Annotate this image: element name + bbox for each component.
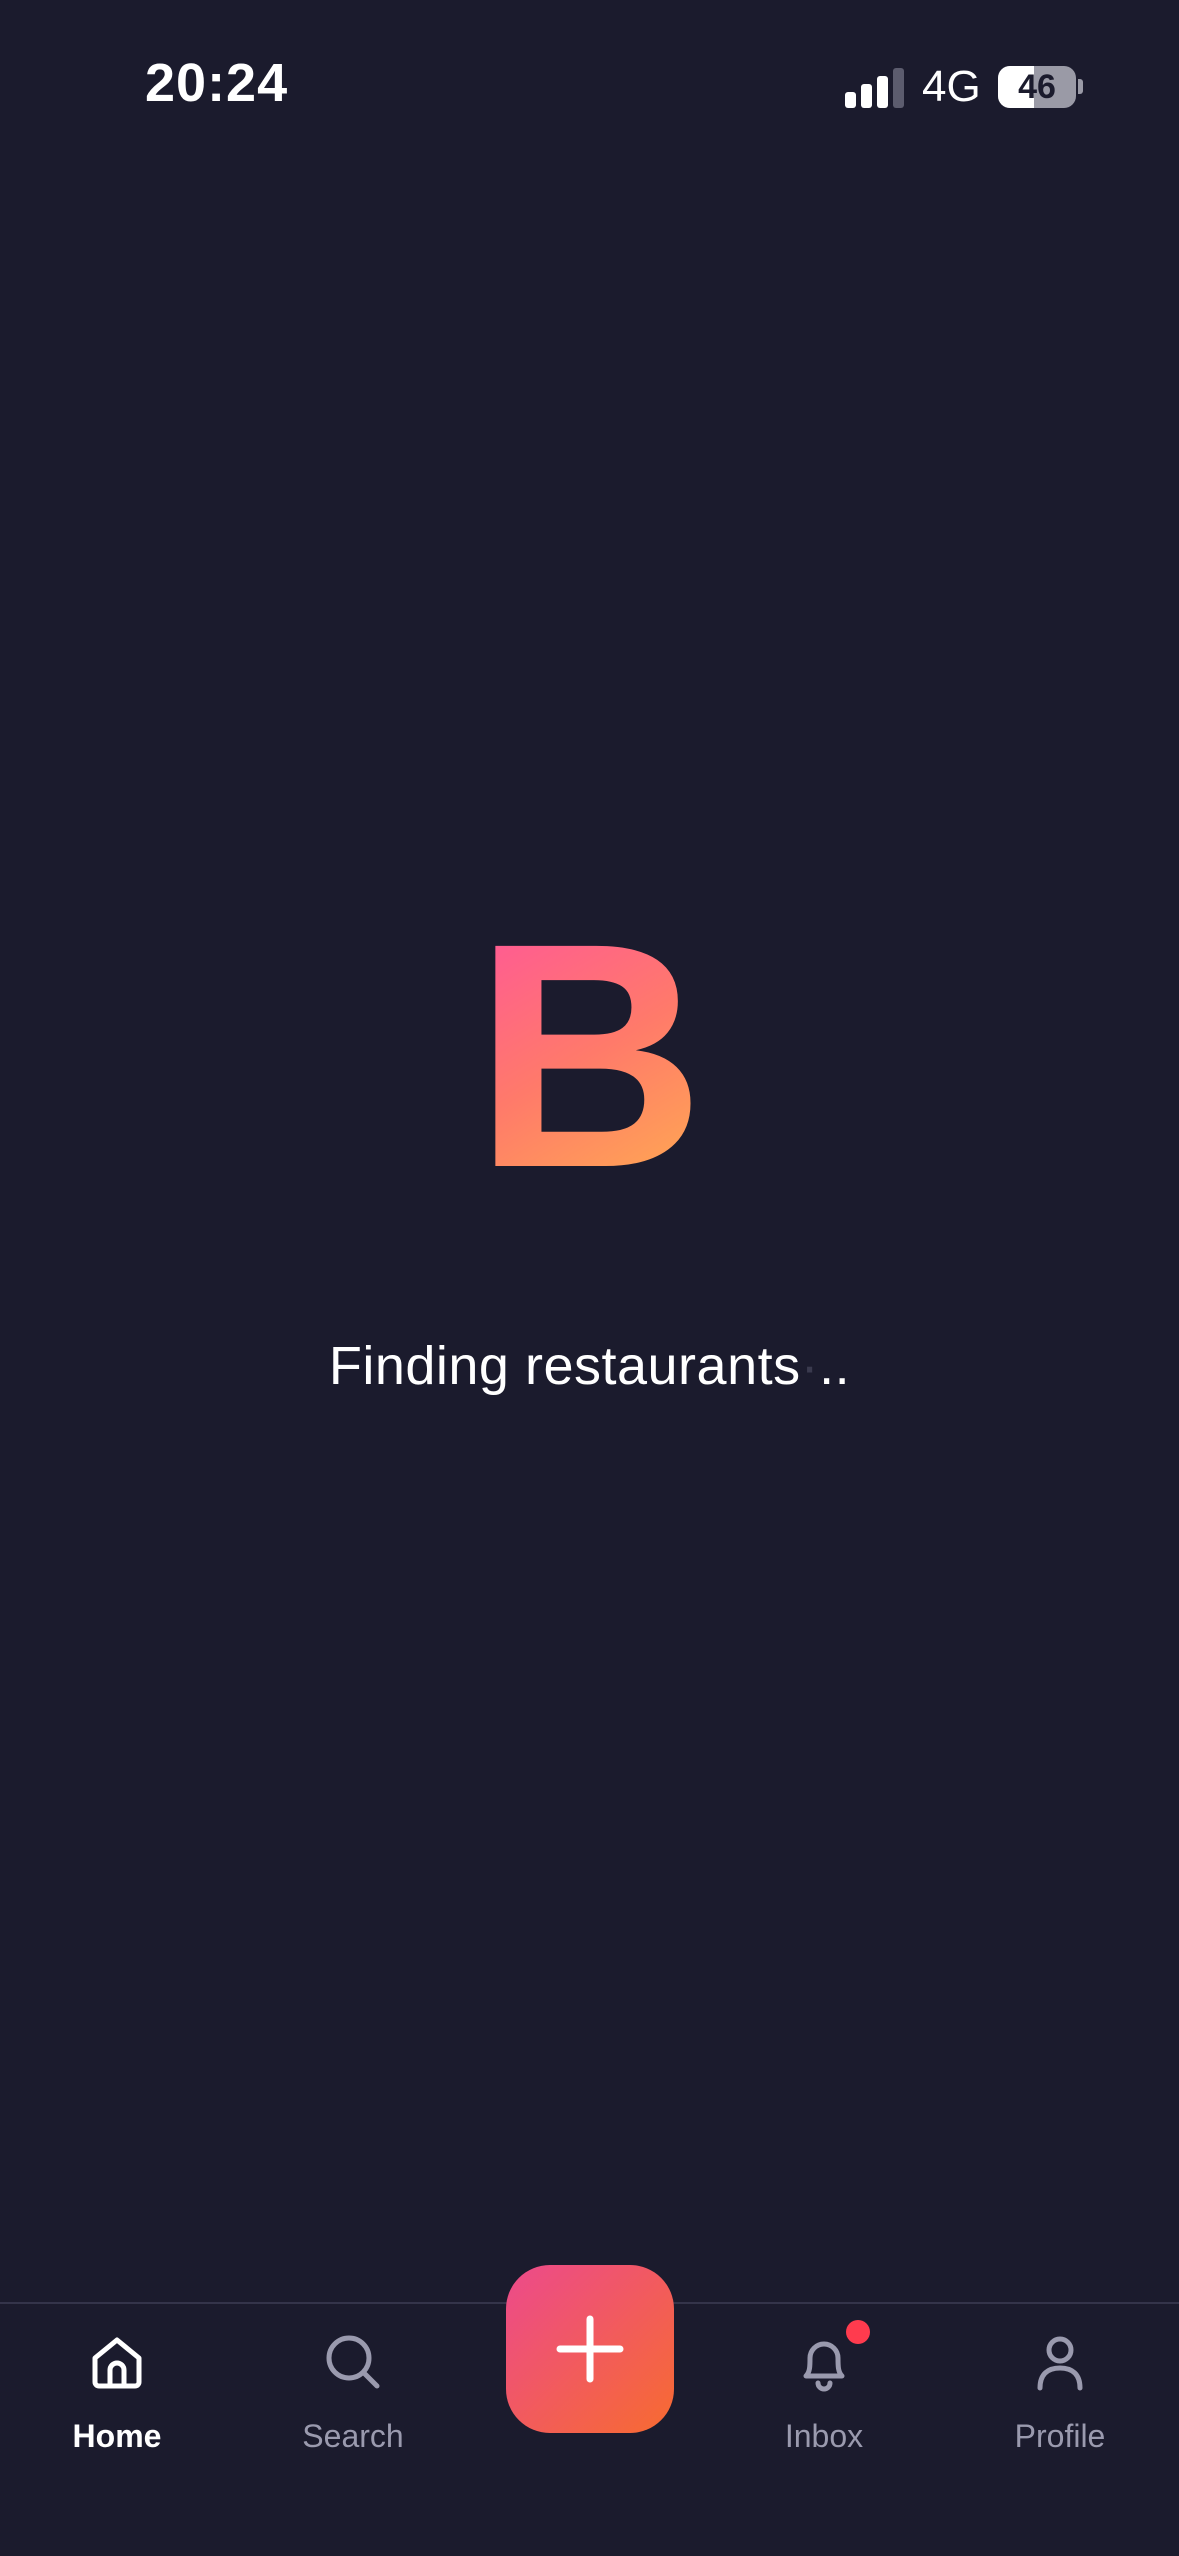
network-type: 4G — [922, 62, 981, 111]
loading-dot: . — [819, 1336, 835, 1396]
app-screen: 20:24 4G 46 B Finding restaurants·.. Hom… — [0, 0, 1179, 2556]
tab-label: Profile — [1014, 2418, 1106, 2454]
loading-dot: · — [800, 1336, 820, 1396]
search-icon — [326, 2335, 380, 2389]
home-icon — [92, 2337, 142, 2389]
app-logo: B — [0, 895, 1179, 1215]
battery-level: 46 — [1018, 68, 1056, 106]
loading-dot: . — [834, 1336, 851, 1396]
notification-badge — [846, 2320, 870, 2344]
logo-letter: B — [473, 876, 706, 1234]
tab-search[interactable]: Search — [253, 2304, 453, 2464]
tab-label: Search — [302, 2418, 404, 2454]
tab-label: Home — [72, 2418, 162, 2454]
loading-message: Finding restaurants·.. — [0, 1335, 1179, 1397]
loading-dots: ·.. — [801, 1336, 851, 1396]
cellular-signal-icon — [845, 66, 905, 108]
status-bar: 20:24 4G 46 — [0, 0, 1179, 180]
loading-message-text: Finding restaurants — [328, 1336, 801, 1396]
tab-label: Inbox — [784, 2418, 864, 2454]
create-button[interactable] — [506, 2265, 674, 2433]
battery-icon: 46 — [998, 66, 1076, 108]
tab-inbox[interactable]: Inbox — [724, 2304, 924, 2464]
person-icon — [1037, 2336, 1083, 2391]
status-time: 20:24 — [145, 53, 289, 113]
plus-icon — [556, 2315, 624, 2383]
tab-home[interactable]: Home — [17, 2304, 217, 2464]
bell-icon — [803, 2341, 845, 2392]
battery-tip — [1078, 79, 1083, 94]
tab-profile[interactable]: Profile — [960, 2304, 1160, 2464]
